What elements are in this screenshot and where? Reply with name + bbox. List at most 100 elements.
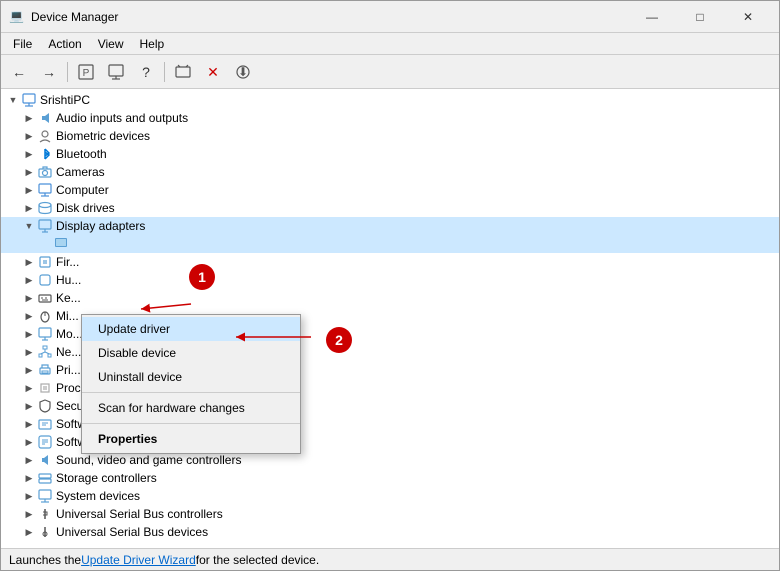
usb-devices-icon [37, 524, 53, 540]
audio-icon [37, 110, 53, 126]
context-menu-update[interactable]: Update driver [82, 317, 300, 341]
expand-audio-icon: ▶ [21, 110, 37, 126]
tree-item-keyboard[interactable]: ▶ Ke... [1, 289, 779, 307]
expand-printers-icon: ▶ [21, 362, 37, 378]
monitors-label: Mo... [56, 327, 83, 341]
menu-help[interactable]: Help [132, 35, 173, 53]
software-devices-icon [37, 434, 53, 450]
expand-processors-icon: ▶ [21, 380, 37, 396]
tree-item-hid[interactable]: ▶ Hu... [1, 271, 779, 289]
usb-devices-label: Universal Serial Bus devices [56, 525, 208, 539]
tree-item-biometric[interactable]: ▶ Biometric devices [1, 127, 779, 145]
properties-button[interactable]: P [72, 58, 100, 86]
main-content: ▼ SrishtiPC ▶ Audio inputs and outputs ▶ [1, 89, 779, 548]
tree-root[interactable]: ▼ SrishtiPC [1, 91, 779, 109]
cameras-label: Cameras [56, 165, 105, 179]
expand-mice-icon: ▶ [21, 308, 37, 324]
back-button[interactable]: ← [5, 58, 33, 86]
context-menu: Update driver Disable device Uninstall d… [81, 314, 301, 454]
menu-action[interactable]: Action [40, 35, 89, 53]
title-bar: 💻 Device Manager — □ ✕ [1, 1, 779, 33]
minimize-button[interactable]: — [629, 2, 675, 32]
expand-display-sub-icon [37, 236, 53, 252]
network-label: Ne... [56, 345, 81, 359]
status-text-after: for the selected device. [196, 553, 319, 567]
tree-item-display[interactable]: ▼ Display adapters [1, 217, 779, 235]
uninstall-button[interactable]: ✕ [199, 58, 227, 86]
keyboard-icon [37, 290, 53, 306]
disk-icon [37, 200, 53, 216]
expand-network-icon: ▶ [21, 344, 37, 360]
context-menu-sep-2 [82, 423, 300, 424]
update-driver-button[interactable] [102, 58, 130, 86]
window-icon: 💻 [9, 9, 25, 25]
expand-storage-icon: ▶ [21, 470, 37, 486]
tree-item-cameras[interactable]: ▶ Cameras [1, 163, 779, 181]
tree-item-bluetooth[interactable]: ▶ Bluetooth [1, 145, 779, 163]
usb-icon [37, 506, 53, 522]
mice-label: Mi... [56, 309, 79, 323]
expand-monitors-icon: ▶ [21, 326, 37, 342]
biometric-icon [37, 128, 53, 144]
mice-icon [37, 308, 53, 324]
window-title: Device Manager [31, 10, 629, 24]
tree-item-storage[interactable]: ▶ Storage controllers [1, 469, 779, 487]
tree-item-firmware[interactable]: ▶ Fir... [1, 253, 779, 271]
toolbar: ← → P ? ✕ ⬇ [1, 55, 779, 89]
toolbar-sep-1 [67, 62, 68, 82]
add-device-button[interactable]: ⬇ [229, 58, 257, 86]
camera-icon [37, 164, 53, 180]
status-link[interactable]: Update Driver Wizard [81, 553, 196, 567]
help-button[interactable]: ? [132, 58, 160, 86]
window-controls: — □ ✕ [629, 2, 771, 32]
tree-item-display-sub[interactable] [1, 235, 779, 253]
svg-text:⬇: ⬇ [238, 65, 248, 79]
device-manager-window: 💻 Device Manager — □ ✕ File Action View … [0, 0, 780, 571]
printers-label: Pri... [56, 363, 81, 377]
monitor-icon [53, 236, 69, 252]
expand-firmware-icon: ▶ [21, 254, 37, 270]
computer-node-icon [37, 182, 53, 198]
tree-item-usb[interactable]: ▶ Universal Serial Bus controllers [1, 505, 779, 523]
processors-icon [37, 380, 53, 396]
expand-disk-icon: ▶ [21, 200, 37, 216]
firmware-label: Fir... [56, 255, 79, 269]
toolbar-sep-2 [164, 62, 165, 82]
storage-icon [37, 470, 53, 486]
svg-text:P: P [83, 68, 90, 79]
forward-button[interactable]: → [35, 58, 63, 86]
keyboard-label: Ke... [56, 291, 81, 305]
context-menu-scan[interactable]: Scan for hardware changes [82, 396, 300, 420]
computer-icon [21, 92, 37, 108]
monitors-icon [37, 326, 53, 342]
context-menu-disable[interactable]: Disable device [82, 341, 300, 365]
tree-item-audio[interactable]: ▶ Audio inputs and outputs [1, 109, 779, 127]
expand-bluetooth-icon: ▶ [21, 146, 37, 162]
maximize-button[interactable]: □ [677, 2, 723, 32]
tree-panel[interactable]: ▼ SrishtiPC ▶ Audio inputs and outputs ▶ [1, 89, 779, 548]
expand-sound-icon: ▶ [21, 452, 37, 468]
close-button[interactable]: ✕ [725, 2, 771, 32]
tree-item-computer[interactable]: ▶ Computer [1, 181, 779, 199]
context-menu-uninstall[interactable]: Uninstall device [82, 365, 300, 389]
printers-icon [37, 362, 53, 378]
expand-usb-devices-icon: ▶ [21, 524, 37, 540]
scan-button[interactable] [169, 58, 197, 86]
display-label: Display adapters [56, 219, 145, 233]
expand-software-devices-icon: ▶ [21, 434, 37, 450]
svg-text:✕: ✕ [207, 64, 219, 80]
tree-item-system[interactable]: ▶ System devices [1, 487, 779, 505]
tree-item-disk[interactable]: ▶ Disk drives [1, 199, 779, 217]
display-icon [37, 218, 53, 234]
menu-view[interactable]: View [90, 35, 132, 53]
status-text-before: Launches the [9, 553, 81, 567]
expand-hid-icon: ▶ [21, 272, 37, 288]
menu-file[interactable]: File [5, 35, 40, 53]
expand-system-icon: ▶ [21, 488, 37, 504]
expand-software-components-icon: ▶ [21, 416, 37, 432]
expand-cameras-icon: ▶ [21, 164, 37, 180]
context-menu-properties[interactable]: Properties [82, 427, 300, 451]
tree-item-usb-devices[interactable]: ▶ Universal Serial Bus devices [1, 523, 779, 541]
status-bar: Launches the Update Driver Wizard for th… [1, 548, 779, 570]
sound-icon [37, 452, 53, 468]
